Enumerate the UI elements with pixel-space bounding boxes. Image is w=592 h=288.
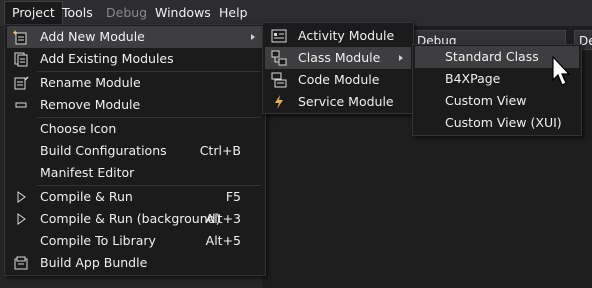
menu-item-label: Build App Bundle [40, 255, 148, 270]
play-icon [13, 211, 29, 227]
menu-item-service-module[interactable]: Service Module [265, 91, 411, 113]
rename-module-icon [13, 75, 29, 91]
menu-item-label: Choose Icon [40, 121, 117, 136]
menu-tools[interactable]: Tools [55, 2, 100, 24]
play-icon [13, 189, 29, 205]
class-module-icon [271, 50, 287, 66]
menu-item-label: Compile & Run [40, 189, 133, 204]
menu-item-label: Class Module [298, 50, 381, 65]
menu-item-label: Activity Module [298, 28, 395, 43]
menu-project[interactable]: Project [4, 1, 63, 24]
project-menu: Add New Module Add Existing Modules Rena… [4, 24, 266, 276]
menu-item-choose-icon[interactable]: Choose Icon [7, 118, 263, 140]
menu-item-build-app-bundle[interactable]: Build App Bundle [7, 252, 263, 274]
menu-item-label: Rename Module [40, 75, 141, 90]
menu-item-shortcut: Alt+3 [205, 211, 241, 226]
menu-item-label: Remove Module [40, 97, 141, 112]
menu-item-label: B4XPage [445, 71, 501, 86]
new-module-submenu: Activity Module Class Module Code Module… [262, 22, 414, 114]
menu-item-rename-module[interactable]: Rename Module [7, 72, 263, 94]
menu-item-label: Compile & Run (background) [40, 211, 221, 226]
menu-item-label: Compile To Library [40, 233, 156, 248]
remove-module-icon [13, 97, 29, 113]
menu-debug[interactable]: Debug [99, 2, 154, 24]
menu-item-compile-run[interactable]: Compile & Run F5 [7, 186, 263, 208]
menu-item-label: Standard Class [445, 49, 539, 64]
menu-item-add-new-module[interactable]: Add New Module [7, 26, 263, 48]
menu-item-custom-view-xui[interactable]: Custom View (XUI) [415, 112, 579, 134]
submenu-arrow-icon [251, 34, 255, 40]
menu-item-class-module[interactable]: Class Module [265, 47, 411, 69]
menu-item-label: Custom View (XUI) [445, 115, 562, 130]
mouse-cursor-icon [552, 56, 571, 86]
menu-item-label: Code Module [298, 72, 380, 87]
menu-item-manifest-editor[interactable]: Manifest Editor [7, 162, 263, 184]
menu-item-activity-module[interactable]: Activity Module [265, 25, 411, 47]
menu-item-label: Manifest Editor [40, 165, 135, 180]
menu-item-shortcut: Ctrl+B [199, 143, 241, 158]
menu-item-compile-to-library[interactable]: Compile To Library Alt+5 [7, 230, 263, 252]
menu-item-code-module[interactable]: Code Module [265, 69, 411, 91]
menu-item-label: Add Existing Modules [40, 51, 174, 66]
activity-module-icon [271, 28, 287, 44]
new-module-icon [12, 29, 29, 45]
code-module-icon [271, 72, 287, 88]
menu-item-compile-run-background[interactable]: Compile & Run (background) Alt+3 [7, 208, 263, 230]
menu-item-shortcut: Alt+5 [205, 233, 241, 248]
menu-item-add-existing-modules[interactable]: Add Existing Modules [7, 48, 263, 70]
existing-modules-icon [13, 51, 29, 67]
menu-item-label: Service Module [298, 94, 394, 109]
menu-help[interactable]: Help [212, 2, 255, 24]
submenu-arrow-icon [399, 55, 403, 61]
menu-item-remove-module[interactable]: Remove Module [7, 94, 263, 116]
bundle-icon [13, 255, 29, 271]
menu-item-shortcut: F5 [225, 189, 241, 204]
menu-item-label: Build Configurations [40, 143, 167, 158]
menu-windows[interactable]: Windows [148, 2, 218, 24]
menu-item-build-configurations[interactable]: Build Configurations Ctrl+B [7, 140, 263, 162]
lightning-icon [271, 94, 287, 110]
menu-item-label: Add New Module [40, 29, 145, 44]
menu-item-label: Custom View [445, 93, 527, 108]
menu-item-custom-view[interactable]: Custom View [415, 90, 579, 112]
